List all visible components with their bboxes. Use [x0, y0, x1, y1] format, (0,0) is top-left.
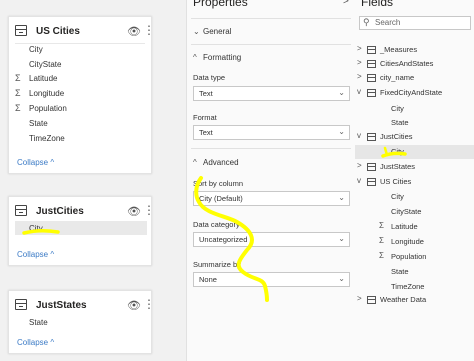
field-list-item[interactable]: > Weather Data [355, 293, 474, 307]
field-list-item[interactable]: Σ Latitude [355, 220, 474, 234]
section-formatting[interactable]: ^ Formatting [193, 53, 241, 62]
card-title: JustCities [36, 206, 84, 217]
chevron-up-icon: ^ [193, 53, 197, 62]
card-header: US Cities 👁 ⋮ [15, 23, 155, 43]
card-title: US Cities [36, 26, 80, 37]
field-list-item-selected[interactable]: City [355, 145, 474, 159]
field-state[interactable]: State [29, 318, 48, 327]
field-list-item[interactable]: > _Measures [355, 43, 474, 57]
field-list-item[interactable]: State [355, 265, 474, 279]
table-icon [367, 46, 376, 54]
collapse-link[interactable]: Collapse ^ [17, 338, 54, 347]
panel-title: Fields [361, 0, 394, 9]
field-latitude[interactable]: Latitude [29, 74, 57, 83]
table-icon [367, 60, 376, 68]
field-citystate[interactable]: CityState [29, 60, 61, 69]
card-divider [15, 43, 145, 44]
more-options-icon[interactable]: ⋮ [143, 297, 155, 311]
field-list-item[interactable]: v JustCities [355, 130, 474, 144]
field-list-item[interactable]: City [355, 102, 474, 116]
data-type-select[interactable]: Text ⌄ [193, 86, 350, 101]
field-list-item[interactable]: TimeZone [355, 280, 474, 294]
format-select[interactable]: Text ⌄ [193, 125, 350, 140]
table-card-us-cities[interactable]: US Cities 👁 ⋮ City CityState Σ Latitude … [8, 16, 155, 174]
table-icon [367, 296, 376, 304]
table-icon [15, 205, 27, 216]
card-header: JustStates 👁 ⋮ [15, 297, 155, 317]
chevron-down-icon: ⌄ [193, 27, 200, 36]
chevron-up-icon: ^ [193, 158, 197, 167]
table-icon [367, 133, 376, 141]
eye-icon[interactable]: 👁 [127, 25, 141, 38]
field-list-item[interactable]: City [355, 190, 474, 204]
table-card-juststates[interactable]: JustStates 👁 ⋮ State Collapse ^ [8, 290, 155, 354]
table-icon [367, 74, 376, 82]
field-timezone[interactable]: TimeZone [29, 134, 65, 143]
field-list-item[interactable]: v FixedCityAndState [355, 86, 474, 100]
divider [191, 148, 351, 149]
table-icon [367, 163, 376, 171]
panel-title: Properties [193, 0, 248, 9]
sigma-icon: Σ [15, 88, 21, 98]
search-input[interactable]: ⚲ Search [359, 16, 471, 30]
divider [191, 18, 351, 19]
sigma-icon: Σ [379, 221, 384, 230]
data-type-label: Data type [193, 73, 226, 82]
field-state[interactable]: State [29, 119, 48, 128]
table-icon [367, 178, 376, 186]
divider [191, 44, 351, 45]
fields-panel: Fields ⚲ Search > _Measures > CitiesAndS… [355, 0, 474, 361]
sigma-icon: Σ [379, 251, 384, 260]
field-list-item[interactable]: Σ Longitude [355, 235, 474, 249]
highlight-annotation [22, 228, 60, 235]
field-longitude[interactable]: Longitude [29, 89, 64, 98]
field-list-item[interactable]: State [355, 116, 474, 130]
sigma-icon: Σ [15, 73, 21, 83]
table-icon [15, 25, 27, 36]
field-list-item[interactable]: v US Cities [355, 175, 474, 189]
sigma-icon: Σ [379, 236, 384, 245]
card-header: JustCities 👁 ⋮ [15, 203, 155, 223]
field-list-item[interactable]: > JustStates [355, 160, 474, 174]
card-title: JustStates [36, 300, 87, 311]
table-icon [15, 299, 27, 310]
more-options-icon[interactable]: ⋮ [143, 23, 155, 37]
table-icon [367, 89, 376, 97]
eye-icon[interactable]: 👁 [127, 299, 141, 312]
highlight-annotation [381, 146, 407, 158]
expand-icon[interactable]: > [343, 0, 349, 7]
search-icon: ⚲ [363, 17, 370, 27]
field-city[interactable]: City [29, 45, 43, 54]
section-advanced[interactable]: ^ Advanced [193, 158, 239, 167]
field-list-item[interactable]: CityState [355, 205, 474, 219]
format-label: Format [193, 113, 217, 122]
field-population[interactable]: Population [29, 104, 67, 113]
collapse-link[interactable]: Collapse ^ [17, 250, 54, 259]
collapse-link[interactable]: Collapse ^ [17, 158, 54, 167]
eye-icon[interactable]: 👁 [127, 205, 141, 218]
section-general[interactable]: ⌄ General [193, 27, 231, 36]
sigma-icon: Σ [15, 103, 21, 113]
chevron-down-icon: ⌄ [338, 88, 345, 97]
properties-panel: Properties > ⌄ General ^ Formatting Data t… [186, 0, 356, 361]
chevron-down-icon: ⌄ [338, 127, 345, 136]
field-list-item[interactable]: > city_name [355, 71, 474, 85]
scribble-annotation [194, 176, 269, 302]
field-list-item[interactable]: > CitiesAndStates [355, 57, 474, 71]
model-canvas[interactable]: US Cities 👁 ⋮ City CityState Σ Latitude … [0, 0, 186, 361]
more-options-icon[interactable]: ⋮ [143, 203, 155, 217]
field-list-item[interactable]: Σ Population [355, 250, 474, 264]
